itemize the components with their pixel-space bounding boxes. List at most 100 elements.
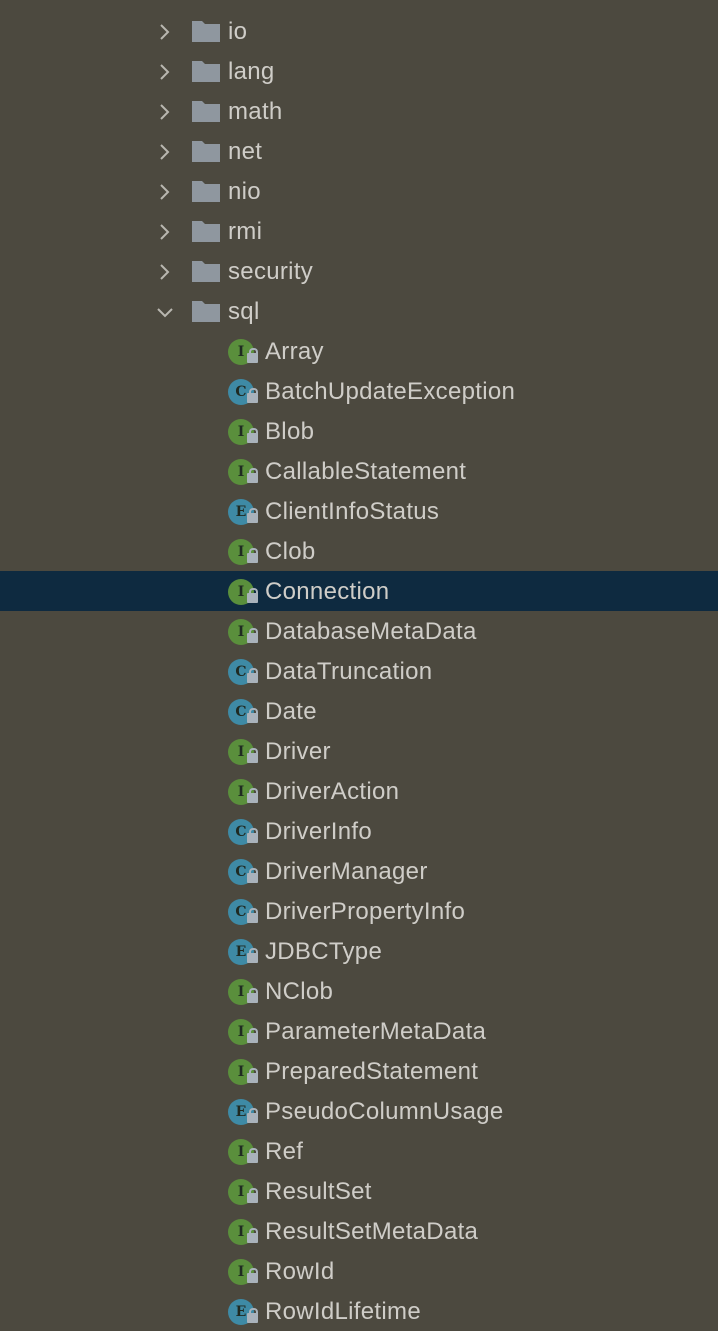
lock-icon bbox=[247, 628, 258, 643]
class-label: DriverManager bbox=[265, 858, 428, 885]
lock-icon bbox=[247, 348, 258, 363]
tree-item-class[interactable]: I PreparedStatement bbox=[0, 1051, 718, 1091]
tree-item-class[interactable]: I CallableStatement bbox=[0, 451, 718, 491]
lock-icon bbox=[247, 468, 258, 483]
tree-item-class[interactable]: I ParameterMetaData bbox=[0, 1011, 718, 1051]
folder-icon bbox=[192, 100, 220, 122]
chevron-right-icon[interactable] bbox=[155, 221, 175, 241]
tree-item-class[interactable]: I Connection bbox=[0, 571, 718, 611]
class-label: Blob bbox=[265, 418, 315, 445]
lock-icon bbox=[247, 1148, 258, 1163]
class-label: RowIdLifetime bbox=[265, 1298, 421, 1325]
tree-item-package[interactable]: security bbox=[0, 251, 718, 291]
lock-icon bbox=[247, 1308, 258, 1323]
tree-item-package[interactable]: sql bbox=[0, 291, 718, 331]
class-label: Clob bbox=[265, 538, 316, 565]
tree-item-package[interactable]: net bbox=[0, 131, 718, 171]
chevron-right-icon[interactable] bbox=[155, 101, 175, 121]
tree-item-class[interactable]: C DriverInfo bbox=[0, 811, 718, 851]
package-label: io bbox=[228, 18, 248, 45]
folder-icon bbox=[192, 60, 220, 82]
lock-icon bbox=[247, 1188, 258, 1203]
lock-icon bbox=[247, 548, 258, 563]
tree-item-class[interactable]: I NClob bbox=[0, 971, 718, 1011]
tree-item-class[interactable]: I Blob bbox=[0, 411, 718, 451]
chevron-right-icon[interactable] bbox=[155, 61, 175, 81]
lock-icon bbox=[247, 1228, 258, 1243]
lock-icon bbox=[247, 908, 258, 923]
class-label: Array bbox=[265, 338, 324, 365]
tree-item-class[interactable]: C DataTruncation bbox=[0, 651, 718, 691]
class-label: Driver bbox=[265, 738, 331, 765]
class-label: ParameterMetaData bbox=[265, 1018, 487, 1045]
class-label: JDBCType bbox=[265, 938, 383, 965]
tree-item-class[interactable]: I ResultSetMetaData bbox=[0, 1211, 718, 1251]
folder-icon bbox=[192, 180, 220, 202]
folder-icon bbox=[192, 140, 220, 162]
class-label: DatabaseMetaData bbox=[265, 618, 477, 645]
class-label: RowId bbox=[265, 1258, 335, 1285]
tree-item-class[interactable]: E ClientInfoStatus bbox=[0, 491, 718, 531]
folder-icon bbox=[192, 20, 220, 42]
tree-item-class[interactable]: I ResultSet bbox=[0, 1171, 718, 1211]
tree-item-package[interactable]: math bbox=[0, 91, 718, 131]
class-label: PreparedStatement bbox=[265, 1058, 479, 1085]
chevron-right-icon[interactable] bbox=[155, 141, 175, 161]
class-label: ClientInfoStatus bbox=[265, 498, 440, 525]
tree-item-class[interactable]: E PseudoColumnUsage bbox=[0, 1091, 718, 1131]
project-tree: io lang math net nio rmi security sql I Array C Bat… bbox=[0, 11, 718, 1331]
lock-icon bbox=[247, 1268, 258, 1283]
chevron-right-icon[interactable] bbox=[155, 21, 175, 41]
package-label: math bbox=[228, 98, 283, 125]
class-label: Connection bbox=[265, 578, 390, 605]
lock-icon bbox=[247, 668, 258, 683]
tree-item-class[interactable]: C Date bbox=[0, 691, 718, 731]
package-label: nio bbox=[228, 178, 261, 205]
class-label: DriverPropertyInfo bbox=[265, 898, 466, 925]
lock-icon bbox=[247, 508, 258, 523]
class-label: BatchUpdateException bbox=[265, 378, 516, 405]
package-label: rmi bbox=[228, 218, 263, 245]
tree-item-class[interactable]: I DriverAction bbox=[0, 771, 718, 811]
tree-item-class[interactable]: I DatabaseMetaData bbox=[0, 611, 718, 651]
tree-item-package[interactable]: rmi bbox=[0, 211, 718, 251]
class-label: CallableStatement bbox=[265, 458, 467, 485]
class-label: DataTruncation bbox=[265, 658, 433, 685]
folder-icon bbox=[192, 220, 220, 242]
chevron-down-icon[interactable] bbox=[155, 301, 175, 321]
package-label: sql bbox=[228, 298, 260, 325]
class-label: DriverInfo bbox=[265, 818, 373, 845]
tree-item-class[interactable]: E RowIdLifetime bbox=[0, 1291, 718, 1331]
lock-icon bbox=[247, 828, 258, 843]
lock-icon bbox=[247, 428, 258, 443]
tree-item-package[interactable]: nio bbox=[0, 171, 718, 211]
class-label: ResultSetMetaData bbox=[265, 1218, 479, 1245]
lock-icon bbox=[247, 868, 258, 883]
class-label: Date bbox=[265, 698, 317, 725]
class-label: ResultSet bbox=[265, 1178, 372, 1205]
tree-item-class[interactable]: I RowId bbox=[0, 1251, 718, 1291]
folder-icon bbox=[192, 260, 220, 282]
class-label: DriverAction bbox=[265, 778, 400, 805]
package-label: security bbox=[228, 258, 314, 285]
lock-icon bbox=[247, 948, 258, 963]
chevron-right-icon[interactable] bbox=[155, 181, 175, 201]
tree-item-class[interactable]: C DriverManager bbox=[0, 851, 718, 891]
tree-item-class[interactable]: I Driver bbox=[0, 731, 718, 771]
lock-icon bbox=[247, 708, 258, 723]
tree-item-class[interactable]: I Clob bbox=[0, 531, 718, 571]
tree-item-class[interactable]: I Ref bbox=[0, 1131, 718, 1171]
class-label: Ref bbox=[265, 1138, 304, 1165]
chevron-right-icon[interactable] bbox=[155, 261, 175, 281]
tree-item-package[interactable]: io bbox=[0, 11, 718, 51]
lock-icon bbox=[247, 1028, 258, 1043]
class-label: PseudoColumnUsage bbox=[265, 1098, 504, 1125]
tree-item-class[interactable]: E JDBCType bbox=[0, 931, 718, 971]
lock-icon bbox=[247, 748, 258, 763]
tree-item-package[interactable]: lang bbox=[0, 51, 718, 91]
lock-icon bbox=[247, 1108, 258, 1123]
tree-item-class[interactable]: I Array bbox=[0, 331, 718, 371]
tree-item-class[interactable]: C BatchUpdateException bbox=[0, 371, 718, 411]
tree-item-class[interactable]: C DriverPropertyInfo bbox=[0, 891, 718, 931]
lock-icon bbox=[247, 588, 258, 603]
